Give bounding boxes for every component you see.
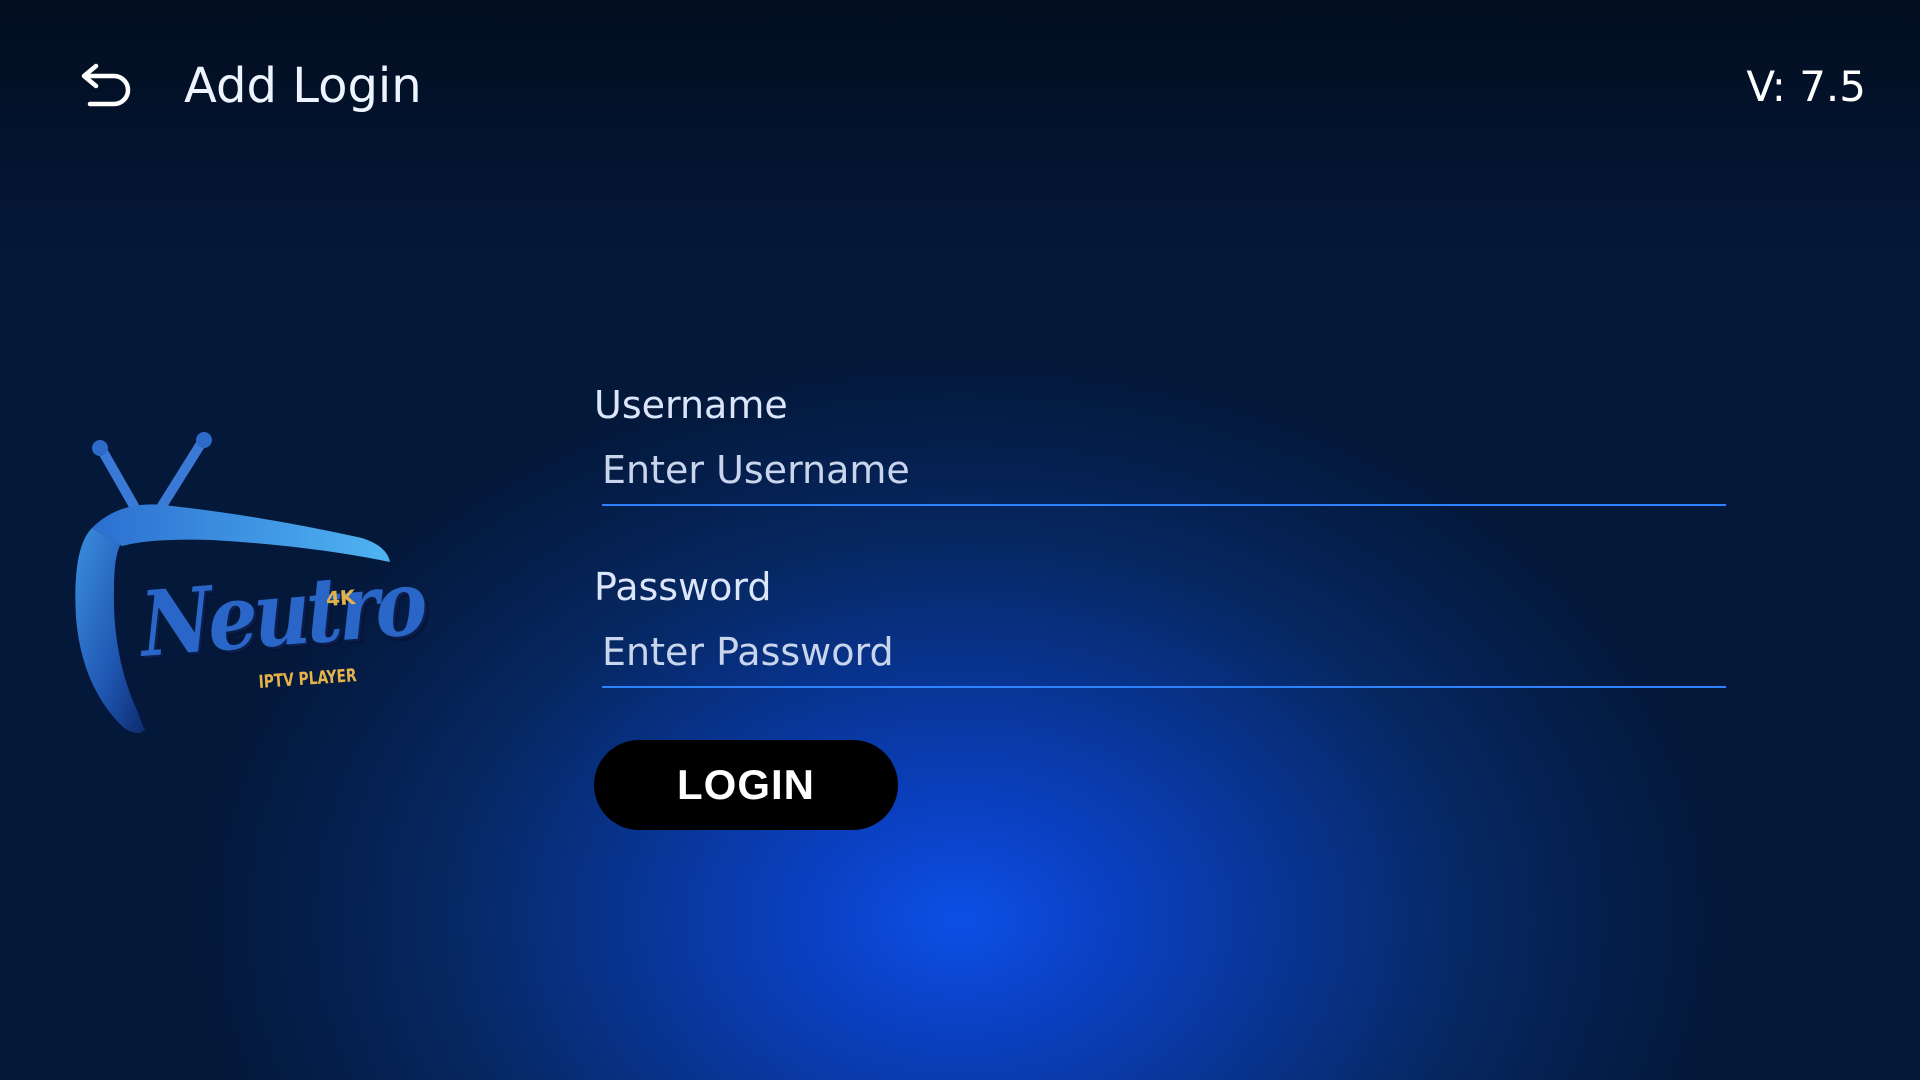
logo-wordmark: Neutro [137, 550, 427, 678]
login-button[interactable]: LOGIN [594, 740, 898, 830]
password-field-wrapper [602, 612, 1726, 688]
app-logo: Neutro 4K IPTV PLAYER [62, 428, 426, 748]
username-label: Username [594, 383, 788, 427]
page-title: Add Login [184, 58, 422, 114]
logo-4k-badge: 4K [325, 585, 357, 611]
username-input[interactable] [602, 442, 1722, 498]
password-label: Password [594, 565, 772, 609]
back-button[interactable] [74, 56, 142, 116]
back-arrow-icon [81, 63, 131, 107]
version-label: V: 7.5 [1746, 62, 1866, 111]
password-input[interactable] [602, 624, 1722, 680]
username-field-wrapper [602, 430, 1726, 506]
background-vignette [0, 0, 1920, 260]
login-form: Username Password LOGIN [594, 380, 1734, 830]
